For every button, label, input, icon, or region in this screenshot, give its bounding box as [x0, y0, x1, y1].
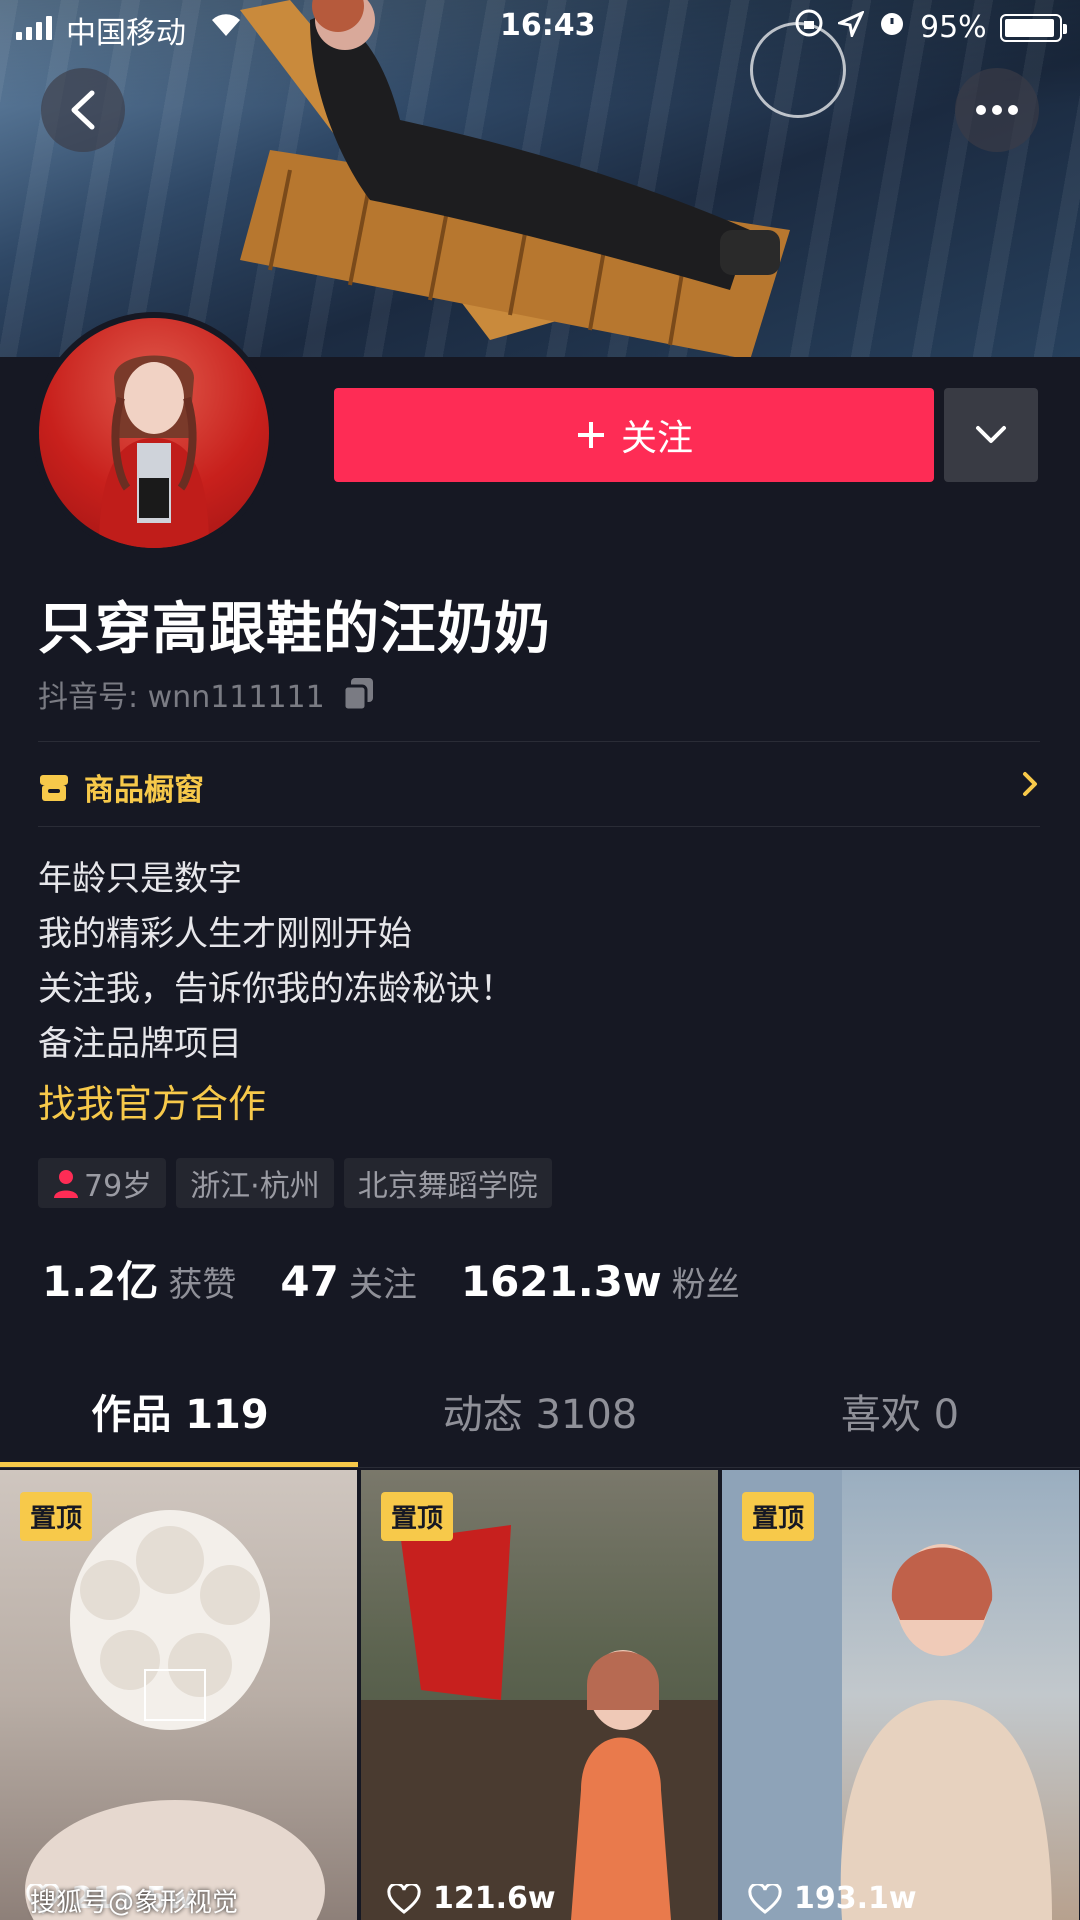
video-likes: 121.6w [387, 1881, 556, 1916]
bio-line: 备注品牌项目 [38, 1024, 242, 1064]
following-count: 47 [280, 1257, 339, 1306]
school-tag[interactable]: 北京舞蹈学院 [343, 1158, 552, 1208]
video-likes-count: 121.6w [433, 1881, 556, 1916]
battery-percent: 95% [920, 9, 987, 45]
shop-icon [40, 775, 68, 801]
profile-tags: 79岁 浙江·杭州 北京舞蹈学院 [38, 1158, 552, 1208]
heart-icon [387, 1883, 421, 1914]
likes-stat[interactable]: 1.2亿 获赞 [42, 1248, 236, 1309]
video-thumbnail[interactable]: 置顶 213.5w [0, 1470, 357, 1920]
back-button[interactable] [41, 68, 125, 152]
video-likes: 193.1w [748, 1881, 917, 1916]
profile-name: 只穿高跟鞋的汪奶奶 [38, 597, 551, 662]
tabs-divider [0, 1467, 1080, 1468]
more-dots-icon [976, 105, 1018, 115]
battery-icon [1000, 14, 1067, 42]
followers-count: 1621.3w [460, 1257, 662, 1306]
location-tag-label: 浙江·杭州 [190, 1169, 320, 1204]
battery-fill [1005, 19, 1055, 37]
copy-icon[interactable] [341, 676, 377, 712]
avatar-photo [39, 318, 269, 548]
avatar[interactable] [33, 312, 275, 554]
location-icon [835, 9, 866, 45]
pinned-badge: 置顶 [20, 1492, 93, 1541]
likes-label: 获赞 [168, 1265, 237, 1305]
female-icon [54, 1170, 78, 1198]
chevron-down-icon [976, 426, 1006, 443]
heart-icon [748, 1883, 782, 1914]
watermark: 搜狐号@象形视觉 [30, 1888, 239, 1918]
tab-likes[interactable]: 喜欢 0 [720, 1380, 1080, 1468]
divider [38, 826, 1040, 827]
shop-window-label: 商品橱窗 [84, 773, 204, 808]
bio-line: 我的精彩人生才刚刚开始 [38, 914, 412, 954]
shop-window-row[interactable]: 商品橱窗 [38, 762, 1040, 812]
chevron-right-icon [1023, 772, 1037, 796]
followers-label: 粉丝 [671, 1265, 740, 1305]
video-thumbnail[interactable]: 置顶 121.6w [361, 1470, 718, 1920]
douyin-id-text: 抖音号: wnn111111 [38, 680, 325, 715]
pinned-badge: 置顶 [742, 1492, 815, 1541]
pinned-badge: 置顶 [381, 1492, 454, 1541]
status-bar: 中国移动 16:43 95% [0, 0, 1080, 56]
video-thumbnail[interactable]: 置顶 193.1w [722, 1470, 1079, 1920]
video-likes-count: 193.1w [794, 1881, 917, 1916]
tab-works[interactable]: 作品 119 [0, 1380, 360, 1468]
profile-bio: 年龄只是数字 我的精彩人生才刚刚开始 关注我，告诉你我的冻龄秘诀！ 备注品牌项目 [38, 852, 514, 1072]
wifi-icon [208, 10, 244, 46]
divider [38, 741, 1040, 742]
douyin-id[interactable]: 抖音号: wnn111111 [38, 672, 377, 716]
carrier-name: 中国移动 [66, 16, 186, 51]
profile-tabs: 作品 119 动态 3108 喜欢 0 [0, 1380, 1080, 1468]
following-label: 关注 [348, 1265, 417, 1305]
profile-stats: 1.2亿 获赞 47 关注 1621.3w 粉丝 [42, 1248, 784, 1309]
follow-label: 关注 [620, 418, 693, 459]
clock-time: 16:43 [500, 8, 596, 43]
location-tag: 浙江·杭州 [176, 1158, 334, 1208]
rotation-lock-icon [794, 8, 824, 46]
plus-icon [577, 422, 604, 448]
bio-line: 年龄只是数字 [38, 859, 242, 899]
tab-moments[interactable]: 动态 3108 [360, 1380, 720, 1468]
age-tag-label: 79岁 [84, 1169, 153, 1204]
follow-button[interactable]: 关注 [334, 388, 934, 482]
alarm-icon [878, 9, 906, 45]
cooperation-link[interactable]: 找我官方合作 [38, 1073, 266, 1128]
bio-line: 关注我，告诉你我的冻龄秘诀！ [38, 969, 514, 1009]
recommend-dropdown-button[interactable] [944, 388, 1038, 482]
signal-icon [16, 14, 52, 40]
chevron-left-icon [71, 90, 95, 130]
age-tag: 79岁 [38, 1158, 167, 1208]
school-tag-label: 北京舞蹈学院 [357, 1169, 538, 1204]
likes-count: 1.2亿 [42, 1257, 159, 1306]
more-button[interactable] [955, 68, 1039, 152]
following-stat[interactable]: 47 关注 [280, 1257, 416, 1306]
video-grid: 置顶 213.5w 置顶 121.6w 置顶 193.1w [0, 1470, 1080, 1920]
followers-stat[interactable]: 1621.3w 粉丝 [461, 1257, 740, 1306]
